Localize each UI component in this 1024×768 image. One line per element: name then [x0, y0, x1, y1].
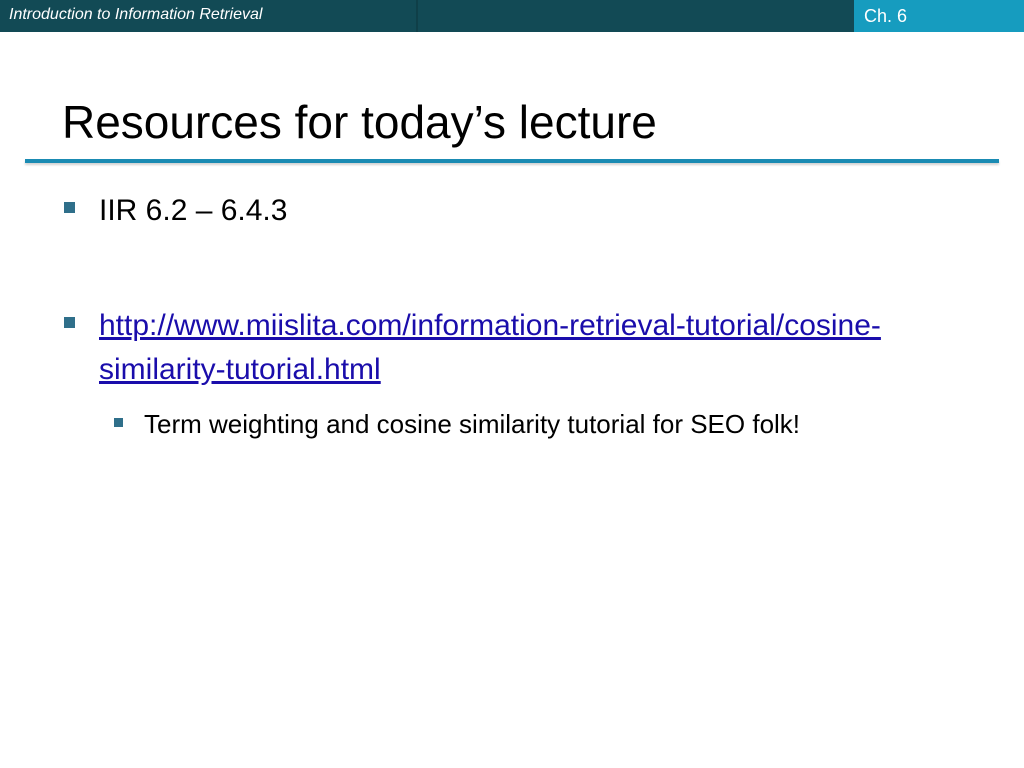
header-bar: Introduction to Information Retrieval Ch… — [0, 0, 1024, 32]
sub-bullet-item: Term weighting and cosine similarity tut… — [114, 407, 800, 441]
chapter-badge: Ch. 6 — [854, 0, 1024, 32]
bullet-item: http://www.miislita.com/information-retr… — [64, 304, 899, 392]
sub-bullet-text: Term weighting and cosine similarity tut… — [144, 409, 801, 439]
square-bullet-icon — [64, 202, 75, 213]
bullet-text: IIR 6.2 – 6.4.3 — [99, 194, 288, 227]
bullet-item: IIR 6.2 – 6.4.3 — [64, 189, 287, 233]
course-title: Introduction to Information Retrieval — [9, 6, 263, 23]
tutorial-link[interactable]: http://www.miislita.com/information-retr… — [99, 304, 899, 392]
title-divider — [25, 159, 999, 163]
header-divider — [416, 0, 418, 32]
square-bullet-icon — [64, 317, 75, 328]
slide-title: Resources for today’s lecture — [62, 96, 657, 148]
slide: Introduction to Information Retrieval Ch… — [0, 0, 1024, 768]
chapter-label: Ch. 6 — [864, 6, 908, 26]
square-bullet-icon — [114, 418, 123, 427]
